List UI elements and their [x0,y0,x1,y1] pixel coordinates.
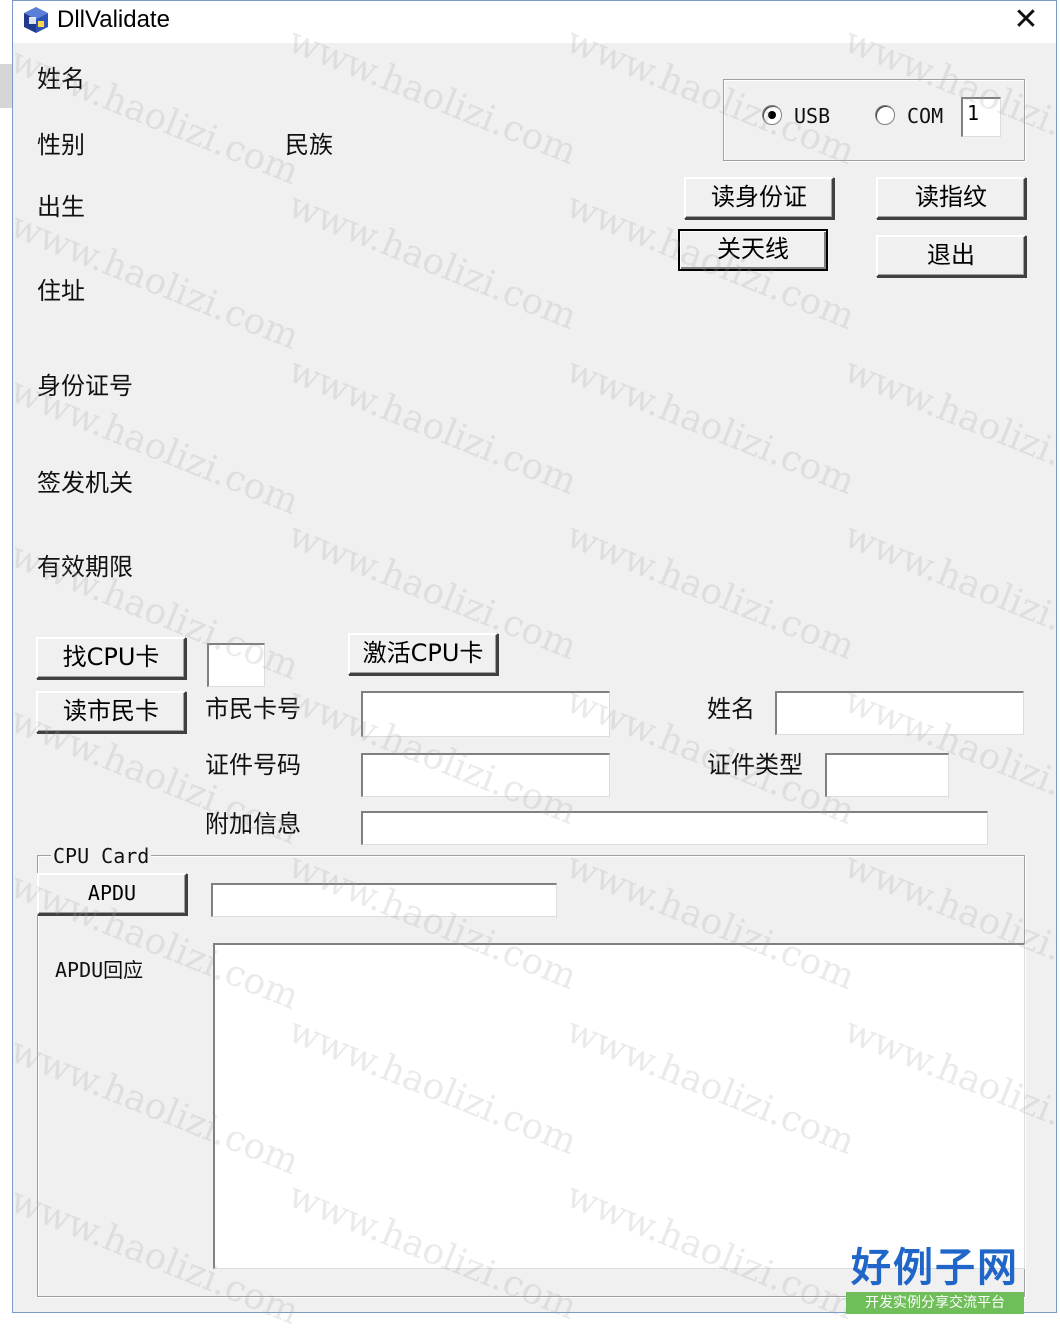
badge-sub-text: 开发实例分享交流平台 [846,1292,1024,1314]
cert-number-field[interactable] [361,753,610,797]
card-number-field[interactable] [361,691,610,737]
background-window-edge [0,64,12,108]
label-gender: 性别 [37,131,85,159]
extra-info-field[interactable] [361,811,988,845]
label-issuing-authority: 签发机关 [37,469,133,497]
badge-main-text: 好例子网 [851,1245,1019,1291]
radio-selected-dot [768,111,776,119]
exit-button[interactable]: 退出 [876,235,1026,277]
read-id-card-button[interactable]: 读身份证 [684,177,834,219]
activate-cpu-card-button[interactable]: 激活CPU卡 [348,633,498,675]
site-badge-logo: 好例子网 开发实例分享交流平台 [846,1244,1024,1314]
find-cpu-card-button[interactable]: 找CPU卡 [36,637,186,679]
label-birth: 出生 [37,193,85,221]
com-number-field[interactable]: 1 [961,97,1001,137]
close-antenna-button[interactable]: 关天线 [678,229,828,271]
read-fingerprint-button[interactable]: 读指纹 [876,177,1026,219]
apdu-response-textarea[interactable] [213,943,1025,1269]
apdu-button[interactable]: APDU [37,873,187,915]
close-icon: ✕ [1013,2,1039,37]
apdu-command-field[interactable] [211,883,557,917]
label-apdu-response: APDU回应 [55,958,144,982]
usb-radio[interactable] [762,105,782,125]
cert-type-field[interactable] [825,753,949,797]
read-citizen-card-button[interactable]: 读市民卡 [36,691,186,733]
label-address: 住址 [37,277,85,305]
label-id-number: 身份证号 [37,372,133,400]
cpu-card-group-label: CPU Card [51,841,152,871]
label-card-number: 市民卡号 [205,695,301,723]
label-extra-info: 附加信息 [205,810,301,838]
cpu-find-result-field[interactable] [207,643,265,687]
close-button[interactable]: ✕ [1006,3,1046,37]
citizen-name-field[interactable] [775,691,1024,735]
label-cert-number: 证件号码 [205,751,301,779]
title-bar[interactable]: DllValidate ✕ [13,1,1056,43]
dialog-window: DllValidate ✕ 姓名 性别 民族 出生 住址 身份证号 签发机关 有… [12,0,1057,1313]
label-validity: 有效期限 [37,553,133,581]
com-radio[interactable] [875,105,895,125]
app-icon [24,7,48,33]
label-citizen-name: 姓名 [707,695,755,723]
label-cert-type: 证件类型 [707,751,803,779]
label-name: 姓名 [37,65,85,93]
com-label: COM [907,104,944,128]
usb-label: USB [794,104,831,128]
label-ethnicity: 民族 [285,131,333,159]
window-title: DllValidate [57,6,170,33]
